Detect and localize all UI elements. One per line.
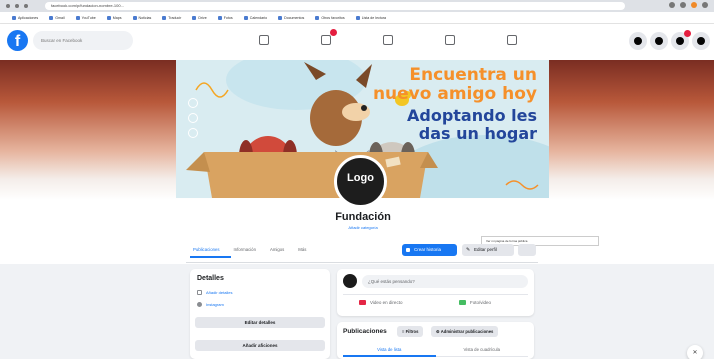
posts-title: Publicaciones xyxy=(343,328,387,335)
back-icon[interactable] xyxy=(6,4,10,8)
details-info-row[interactable]: Añadir detalles xyxy=(197,290,232,295)
page-category-link[interactable]: Añadir categoría xyxy=(300,225,426,230)
live-video-icon xyxy=(359,300,366,305)
bookmark-icon xyxy=(106,15,111,20)
edit-profile-button[interactable]: Editar perfil xyxy=(462,244,514,256)
filter-button[interactable]: ≡ Filtros xyxy=(397,326,424,337)
reload-icon[interactable] xyxy=(24,4,28,8)
view-tabs: Vista de lista Vista de cuadrícula xyxy=(343,345,528,357)
add-hobbies-button[interactable]: Añadir aficiones xyxy=(195,340,325,351)
info-icon xyxy=(197,290,202,295)
profile-header-band xyxy=(0,200,714,264)
bookmark-icon xyxy=(192,15,197,20)
details-title: Detalles xyxy=(197,275,224,282)
bookmark-icon xyxy=(217,15,222,20)
profile-picture[interactable]: Logo xyxy=(334,155,387,208)
whatsapp-icon[interactable] xyxy=(188,128,198,138)
notification-badge xyxy=(684,30,691,37)
photo-icon xyxy=(459,300,466,305)
extension-icon[interactable] xyxy=(669,2,675,8)
bookmark-item[interactable]: Traducir xyxy=(162,15,181,20)
tab-about[interactable]: Información xyxy=(234,244,256,255)
search-input[interactable]: Buscar en Facebook xyxy=(33,31,133,50)
composer-card: ¿Qué estás pensando? Video en directo Fo… xyxy=(337,269,534,316)
tab-friends[interactable]: Amigos xyxy=(270,244,284,255)
forward-icon[interactable] xyxy=(15,4,19,8)
bookmark-item[interactable]: Maps xyxy=(106,15,122,20)
bookmark-icon xyxy=(49,15,54,20)
bookmark-item[interactable]: Otros favoritos xyxy=(315,15,345,20)
divider xyxy=(186,262,538,263)
bookmark-item[interactable]: Drive xyxy=(192,15,207,20)
home-icon[interactable] xyxy=(256,32,272,48)
bookmark-item[interactable]: Gmail xyxy=(49,15,65,20)
groups-icon[interactable] xyxy=(442,32,458,48)
bookmark-icon xyxy=(278,15,283,20)
posts-card: Publicaciones ≡ Filtros ⚙ Administrar pu… xyxy=(337,322,534,359)
address-bar[interactable]: facebook.com/p/fundacion-nombre-100... xyxy=(45,2,625,10)
headline-line-3: Adoptando les xyxy=(407,106,537,125)
bookmark-item[interactable]: Lista de lectura xyxy=(355,15,386,20)
edit-details-button[interactable]: Editar detalles xyxy=(195,317,325,328)
divider xyxy=(343,294,528,295)
browser-menu-icon[interactable] xyxy=(702,2,708,8)
menu-icon[interactable] xyxy=(629,32,647,50)
close-icon[interactable]: ✕ xyxy=(687,345,703,359)
more-options-button[interactable] xyxy=(518,244,536,256)
tab-grid-view[interactable]: Vista de cuadrícula xyxy=(435,345,528,357)
live-video-button[interactable]: Video en directo xyxy=(359,300,402,305)
details-card: Detalles Añadir detalles Instagram Edita… xyxy=(190,269,330,359)
active-tab-indicator xyxy=(190,256,231,258)
messenger-icon[interactable] xyxy=(650,32,668,50)
headline-line-4: das un hogar xyxy=(418,124,537,143)
instagram-icon[interactable] xyxy=(188,113,198,123)
profile-tabs: Publicaciones Información Amigos Más xyxy=(193,244,306,255)
instagram-icon xyxy=(197,302,202,307)
whats-on-your-mind-input[interactable]: ¿Qué estás pensando? xyxy=(362,275,528,288)
headline-line-1: Encuentra un xyxy=(409,65,537,85)
bookmark-icon xyxy=(355,15,360,20)
cover-headline: Encuentra un nuevo amigo hoy Adoptando l… xyxy=(373,66,537,143)
bookmark-icon xyxy=(12,15,16,20)
account-icon[interactable] xyxy=(692,32,710,50)
video-icon[interactable] xyxy=(318,29,337,48)
tab-more[interactable]: Más xyxy=(298,244,306,255)
bookmark-item[interactable]: Noticias xyxy=(132,15,151,20)
page-title: Fundación xyxy=(335,211,391,223)
cardboard-box xyxy=(186,152,438,198)
notification-dot xyxy=(330,29,337,36)
bookmark-star-icon[interactable] xyxy=(680,2,686,8)
gaming-icon[interactable] xyxy=(504,32,520,48)
bookmark-item[interactable]: Aplicaciones xyxy=(12,15,38,20)
bookmark-icon xyxy=(243,15,248,20)
social-icons xyxy=(188,98,198,138)
bookmark-icon xyxy=(162,15,167,20)
photo-video-button[interactable]: Foto/video xyxy=(459,300,491,305)
bookmark-icon xyxy=(75,15,80,20)
tab-list-view[interactable]: Vista de lista xyxy=(343,345,436,357)
details-instagram-row[interactable]: Instagram xyxy=(197,302,224,307)
bookmark-icon xyxy=(132,15,137,20)
headline-line-2: nuevo amigo hoy xyxy=(372,84,537,104)
facebook-logo-icon[interactable]: f xyxy=(7,30,28,51)
manage-posts-button[interactable]: ⚙ Administrar publicaciones xyxy=(431,326,499,337)
bookmark-icon xyxy=(315,15,320,20)
notifications-icon[interactable] xyxy=(671,30,691,50)
bookmark-item[interactable]: Fotos xyxy=(217,15,233,20)
facebook-navbar: f Buscar en Facebook xyxy=(0,24,714,60)
tab-posts[interactable]: Publicaciones xyxy=(193,244,220,255)
marketplace-icon[interactable] xyxy=(380,32,396,48)
browser-toolbar: facebook.com/p/fundacion-nombre-100... xyxy=(0,0,714,12)
bookmarks-bar: Aplicaciones Gmail YouTube Maps Noticias… xyxy=(0,12,714,24)
screen: facebook.com/p/fundacion-nombre-100... A… xyxy=(0,0,714,359)
bookmark-item[interactable]: YouTube xyxy=(75,15,96,20)
avatar[interactable] xyxy=(343,274,357,288)
bookmark-item[interactable]: Documentos xyxy=(278,15,304,20)
bookmark-item[interactable]: Calendario xyxy=(243,15,267,20)
facebook-icon[interactable] xyxy=(188,98,198,108)
create-story-button[interactable]: Crear historia xyxy=(402,244,457,256)
profile-icon[interactable] xyxy=(691,2,697,8)
